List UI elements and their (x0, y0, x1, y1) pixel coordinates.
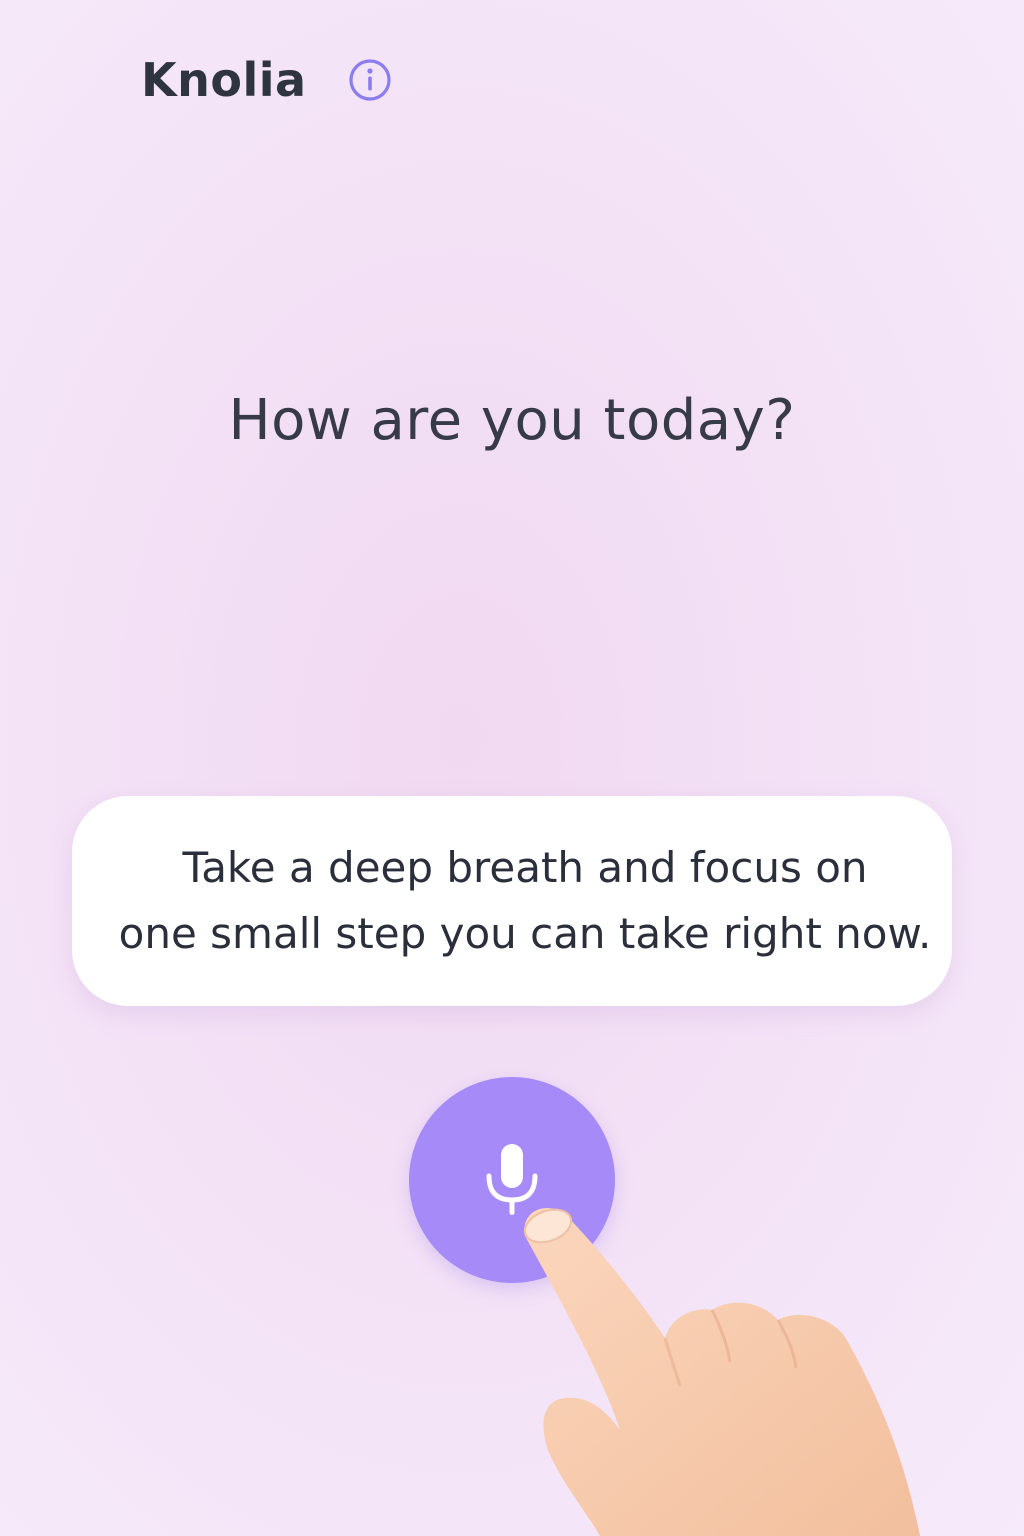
suggestion-text: Take a deep breath and focus on one smal… (115, 835, 935, 967)
info-circle-icon (348, 59, 391, 101)
microphone-button[interactable] (409, 1077, 615, 1283)
suggestion-line-1: Take a deep breath and focus on (182, 843, 868, 892)
app-title: Knolia (141, 53, 307, 107)
page-question: How are you today? (228, 388, 796, 453)
suggestion-line-2: one small step you can take right now. (118, 909, 932, 958)
app-header: Knolia (141, 48, 393, 112)
suggestion-card: Take a deep breath and focus on one smal… (72, 796, 952, 1006)
pointing-hand-illustration (523, 1208, 920, 1536)
microphone-icon (486, 1144, 538, 1215)
info-button[interactable] (347, 57, 393, 103)
voice-assistant-screen: Knolia How are you today? Take a deep br… (0, 0, 1024, 1536)
